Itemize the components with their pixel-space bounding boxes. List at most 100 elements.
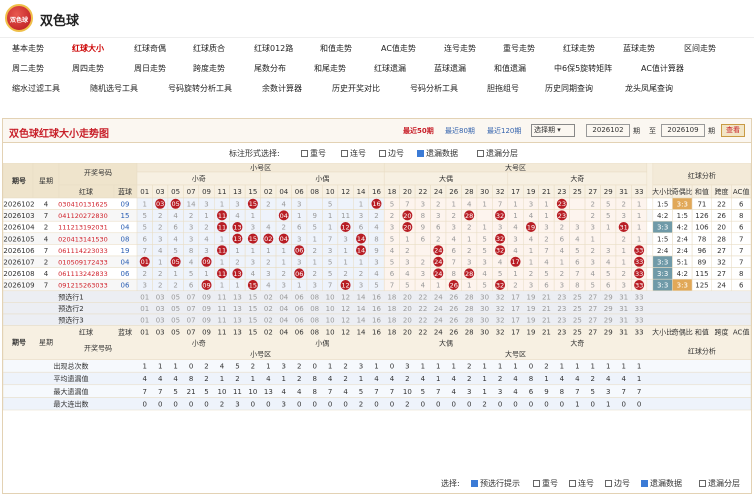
- checkbox[interactable]: [699, 480, 706, 487]
- nav-link[interactable]: 红球走势: [563, 43, 595, 54]
- checkbox[interactable]: [641, 480, 648, 487]
- blue-footer: 蓝球: [118, 328, 132, 337]
- nav-link[interactable]: 历史开奖对比: [332, 83, 380, 94]
- stats-value: 4: [142, 375, 147, 383]
- nav-link[interactable]: 跨度走势: [193, 63, 225, 74]
- stats-value: 1: [575, 363, 579, 371]
- nav-link[interactable]: 和值走势: [320, 43, 352, 54]
- stats-value: 0: [621, 400, 625, 408]
- nav-link[interactable]: 蓝球遗漏: [434, 63, 466, 74]
- miss-value: 6: [560, 235, 565, 243]
- nav-link[interactable]: 中6保5旋转矩阵: [554, 63, 612, 74]
- analysis-header: 红球分析: [688, 171, 716, 180]
- period-select[interactable]: 选择期 ▾: [531, 124, 575, 137]
- predict-ball: 31: [619, 293, 628, 301]
- nav-link[interactable]: 周四走势: [72, 63, 104, 74]
- blue-ball-cell: 06: [121, 270, 130, 278]
- miss-value: 1: [606, 224, 610, 232]
- nav-link[interactable]: 缩水过滤工具: [12, 83, 60, 94]
- miss-value: 1: [235, 247, 239, 255]
- checkbox[interactable]: [417, 150, 424, 157]
- analysis-value: 6: [739, 282, 744, 290]
- nav-link[interactable]: 红球012路: [254, 43, 293, 54]
- miss-value: 2: [591, 212, 595, 220]
- stats-value: 1: [251, 375, 255, 383]
- option-4[interactable]: 遗漏分层: [477, 148, 518, 159]
- footer-option-2[interactable]: 连号: [569, 478, 594, 489]
- predict-ball: 09: [202, 293, 211, 301]
- nav-link[interactable]: 蓝球走势: [623, 43, 655, 54]
- nav-link[interactable]: 重号走势: [503, 43, 535, 54]
- stats-value: 0: [374, 400, 378, 408]
- footer-option-0[interactable]: 预选行提示: [471, 478, 520, 489]
- nav-link[interactable]: AC值走势: [381, 43, 416, 54]
- miss-value: 1: [621, 247, 625, 255]
- nav-link[interactable]: 龙头凤尾查询: [625, 83, 673, 94]
- option-2[interactable]: 边号: [379, 148, 404, 159]
- nav-link[interactable]: 周日走势: [134, 63, 166, 74]
- nav-link[interactable]: 余数计算器: [262, 83, 302, 94]
- predict-ball: 21: [542, 293, 551, 301]
- miss-value: 2: [312, 247, 316, 255]
- period-link-80[interactable]: 最近80期: [445, 126, 475, 136]
- chevron-down-icon: ▾: [557, 126, 561, 134]
- miss-value: 2: [544, 235, 548, 243]
- nav-link[interactable]: 尾数分布: [254, 63, 286, 74]
- footer-option-3[interactable]: 边号: [605, 478, 630, 489]
- number-column-header: 10: [326, 188, 335, 196]
- miss-value: 4: [235, 212, 240, 220]
- checkbox[interactable]: [477, 150, 484, 157]
- option-1[interactable]: 连号: [341, 148, 366, 159]
- checkbox[interactable]: [605, 480, 612, 487]
- checkbox[interactable]: [569, 480, 576, 487]
- nav-link[interactable]: 红球大小: [72, 43, 104, 54]
- checkbox[interactable]: [471, 480, 478, 487]
- nav-link[interactable]: 连号走势: [444, 43, 476, 54]
- start-issue-input[interactable]: 2026102: [586, 124, 630, 137]
- nav-link[interactable]: 红球遗漏: [374, 63, 406, 74]
- view-button[interactable]: 查看: [721, 124, 745, 137]
- nav-link[interactable]: 红球奇偶: [134, 43, 166, 54]
- issue-footer: 期号: [12, 338, 26, 347]
- miss-value: 2: [142, 270, 146, 278]
- stats-value: 21: [187, 388, 196, 396]
- checkbox[interactable]: [301, 150, 308, 157]
- miss-value: 4: [513, 247, 518, 255]
- stats-value: 0: [436, 400, 440, 408]
- nav-link[interactable]: 基本走势: [12, 43, 44, 54]
- period-link-50[interactable]: 最近50期: [403, 126, 434, 136]
- nav-link[interactable]: 号码旋转分析工具: [168, 83, 232, 94]
- period-link-120[interactable]: 最近120期: [487, 126, 521, 136]
- predict-ball: 08: [310, 305, 319, 313]
- predict-ball: 23: [557, 305, 566, 313]
- end-issue-input[interactable]: 2026109: [661, 124, 705, 137]
- nav-link[interactable]: 周二走势: [12, 63, 44, 74]
- nav-link[interactable]: 红球质合: [193, 43, 225, 54]
- miss-value: 1: [312, 259, 316, 267]
- stats-value: 0: [637, 400, 641, 408]
- nav-link[interactable]: 随机选号工具: [90, 83, 138, 94]
- checkbox[interactable]: [533, 480, 540, 487]
- nav-link[interactable]: 区间走势: [684, 43, 716, 54]
- miss-value: 1: [343, 247, 347, 255]
- footer-option-1[interactable]: 重号: [533, 478, 558, 489]
- nav-link[interactable]: 号码分析工具: [410, 83, 458, 94]
- nav-link[interactable]: AC值计算器: [641, 63, 684, 74]
- miss-value: 2: [282, 270, 286, 278]
- checkbox[interactable]: [341, 150, 348, 157]
- option-3[interactable]: 遗漏数据: [417, 148, 458, 159]
- footer-option-4[interactable]: 遗漏数据: [641, 478, 682, 489]
- predict-ball: 16: [372, 305, 381, 313]
- checkbox[interactable]: [379, 150, 386, 157]
- predict-ball: 08: [310, 293, 319, 301]
- stats-value: 0: [312, 400, 316, 408]
- nav-link[interactable]: 历史同期查询: [545, 83, 593, 94]
- logo[interactable]: 双色球: [5, 4, 33, 32]
- nav-link[interactable]: 和值遗漏: [494, 63, 526, 74]
- nav-link[interactable]: 和尾走势: [314, 63, 346, 74]
- footer-option-5[interactable]: 遗漏分层: [699, 478, 740, 489]
- nav-link[interactable]: 胆拖组号: [487, 83, 519, 94]
- option-0[interactable]: 重号: [301, 148, 326, 159]
- number-column-header: 15: [248, 188, 257, 196]
- miss-value: 4: [482, 270, 487, 278]
